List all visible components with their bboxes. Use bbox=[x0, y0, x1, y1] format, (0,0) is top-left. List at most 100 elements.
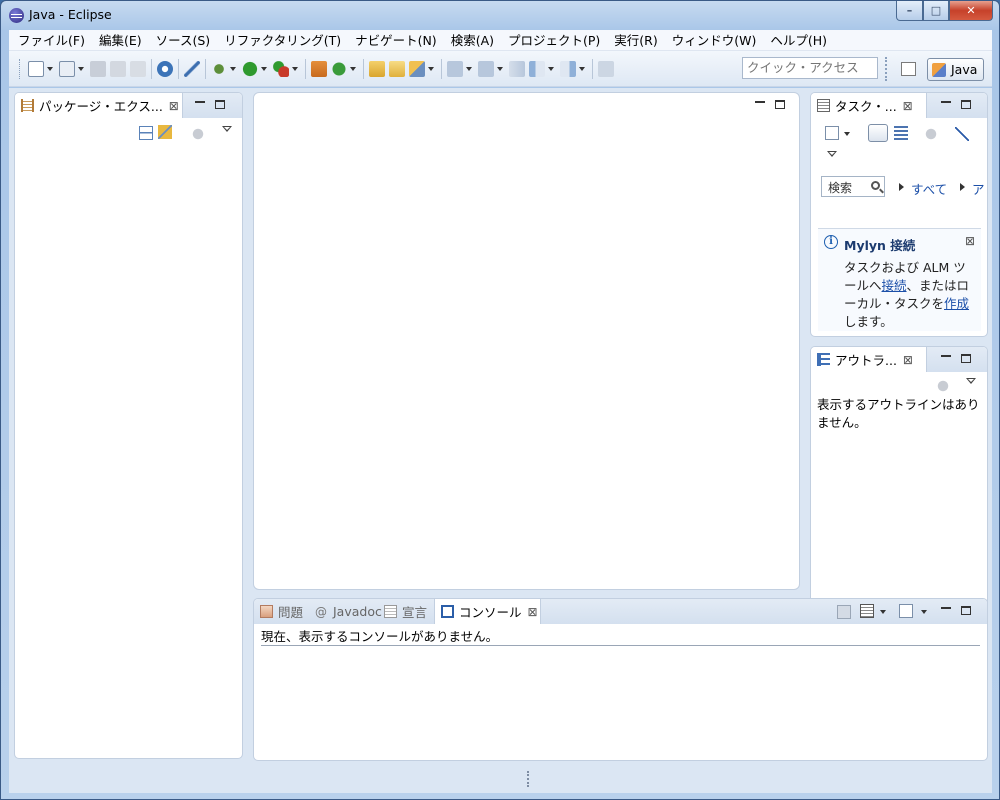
new-package-dropdown-icon[interactable] bbox=[78, 66, 84, 71]
run-dropdown-icon[interactable] bbox=[261, 66, 267, 71]
categorized-icon[interactable] bbox=[868, 124, 888, 142]
forward-icon[interactable] bbox=[560, 60, 576, 77]
new-java-project-icon[interactable] bbox=[311, 60, 327, 77]
toggle-mark-occurrences-icon[interactable] bbox=[184, 60, 200, 77]
tab-console[interactable]: コンソール ⊠ bbox=[434, 599, 541, 624]
print-icon[interactable] bbox=[130, 60, 146, 77]
tab-package-explorer[interactable]: パッケージ・エクス... ⊠ bbox=[15, 93, 183, 118]
next-annotation-dropdown-icon[interactable] bbox=[466, 66, 472, 71]
menu-edit[interactable]: 編集(E) bbox=[92, 30, 149, 51]
focus-task-icon[interactable] bbox=[924, 127, 938, 141]
task-search-input[interactable]: 検索 bbox=[821, 176, 885, 197]
save-icon[interactable] bbox=[90, 60, 106, 77]
close-tab-icon[interactable]: ⊠ bbox=[169, 99, 179, 113]
filter-active-link[interactable]: ア bbox=[972, 179, 985, 198]
maximize-view-icon[interactable] bbox=[961, 100, 971, 109]
minimize-view-icon[interactable] bbox=[195, 101, 205, 110]
close-notice-icon[interactable]: ⊠ bbox=[965, 234, 975, 248]
toolbar-grip[interactable] bbox=[19, 58, 22, 79]
minimize-editor-icon[interactable] bbox=[755, 101, 765, 110]
menu-bar: ファイル(F) 編集(E) ソース(S) リファクタリング(T) ナビゲート(N… bbox=[9, 30, 992, 51]
view-menu-icon[interactable] bbox=[966, 378, 976, 384]
new-icon[interactable] bbox=[28, 60, 44, 77]
menu-refactor[interactable]: リファクタリング(T) bbox=[217, 30, 348, 51]
debug-dropdown-icon[interactable] bbox=[230, 66, 236, 71]
menu-navigate[interactable]: ナビゲート(N) bbox=[348, 30, 444, 51]
pin-editor-icon[interactable] bbox=[598, 60, 614, 77]
menu-window[interactable]: ウィンドウ(W) bbox=[665, 30, 764, 51]
close-tab-icon[interactable]: ⊠ bbox=[903, 353, 913, 367]
connect-link[interactable]: 接続 bbox=[882, 278, 907, 293]
search-dropdown-icon[interactable] bbox=[428, 66, 434, 71]
menu-search[interactable]: 検索(A) bbox=[444, 30, 501, 51]
java-perspective-button[interactable]: Java bbox=[927, 58, 984, 81]
display-console-dropdown-icon[interactable] bbox=[880, 610, 886, 614]
last-edit-location-icon[interactable] bbox=[509, 60, 525, 77]
debug-icon[interactable] bbox=[211, 60, 227, 77]
pin-console-icon[interactable] bbox=[837, 605, 851, 619]
maximize-editor-icon[interactable] bbox=[775, 100, 785, 109]
focus-on-active-task-icon[interactable] bbox=[191, 127, 205, 141]
minimize-view-icon[interactable] bbox=[941, 355, 951, 364]
previous-annotation-icon[interactable] bbox=[478, 60, 494, 77]
title-bar[interactable]: Java - Eclipse – □ ✕ bbox=[1, 1, 999, 30]
new-dropdown-icon[interactable] bbox=[47, 66, 53, 71]
previous-annotation-dropdown-icon[interactable] bbox=[497, 66, 503, 71]
menu-source[interactable]: ソース(S) bbox=[149, 30, 218, 51]
back-icon[interactable] bbox=[529, 60, 545, 77]
new-task-icon[interactable] bbox=[825, 126, 839, 140]
next-annotation-icon[interactable] bbox=[447, 60, 463, 77]
collapse-all-icon[interactable] bbox=[139, 126, 153, 140]
tab-javadoc[interactable]: @ Javadoc bbox=[309, 599, 382, 624]
run-icon[interactable] bbox=[242, 60, 258, 77]
display-console-icon[interactable] bbox=[860, 604, 874, 618]
external-tools-dropdown-icon[interactable] bbox=[292, 66, 298, 71]
view-menu-icon[interactable] bbox=[222, 126, 232, 132]
create-link[interactable]: 作成 bbox=[944, 296, 969, 311]
filter-all-link[interactable]: すべて bbox=[911, 179, 947, 198]
tab-outline[interactable]: アウトラ... ⊠ bbox=[811, 347, 927, 372]
new-task-dropdown-icon[interactable] bbox=[844, 132, 850, 136]
status-bar bbox=[9, 763, 992, 793]
open-perspective-icon[interactable] bbox=[901, 62, 916, 76]
new-class-dropdown-icon[interactable] bbox=[350, 66, 356, 71]
build-icon[interactable] bbox=[157, 60, 173, 77]
save-all-icon[interactable] bbox=[110, 60, 126, 77]
menu-project[interactable]: プロジェクト(P) bbox=[501, 30, 607, 51]
menu-run[interactable]: 実行(R) bbox=[607, 30, 664, 51]
maximize-view-icon[interactable] bbox=[961, 354, 971, 363]
perspective-grip[interactable] bbox=[885, 57, 888, 81]
menu-file[interactable]: ファイル(F) bbox=[11, 30, 92, 51]
scheduled-icon[interactable] bbox=[894, 126, 908, 140]
back-dropdown-icon[interactable] bbox=[548, 66, 554, 71]
new-class-icon[interactable] bbox=[331, 60, 347, 77]
focus-outline-icon[interactable] bbox=[936, 379, 950, 393]
hide-completed-icon[interactable] bbox=[955, 127, 969, 141]
minimize-view-icon[interactable] bbox=[941, 101, 951, 110]
search-toolbar-icon[interactable] bbox=[409, 60, 425, 77]
minimize-button[interactable]: – bbox=[896, 1, 923, 21]
close-tab-icon[interactable]: ⊠ bbox=[903, 99, 913, 113]
quick-access-input[interactable] bbox=[742, 57, 878, 79]
open-console-dropdown-icon[interactable] bbox=[921, 610, 927, 614]
tab-problems[interactable]: 問題 bbox=[254, 599, 309, 624]
status-grip[interactable] bbox=[527, 771, 529, 787]
maximize-view-icon[interactable] bbox=[961, 606, 971, 615]
maximize-button[interactable]: □ bbox=[923, 1, 949, 21]
close-tab-icon[interactable]: ⊠ bbox=[528, 605, 538, 619]
external-tools-icon[interactable] bbox=[273, 60, 289, 77]
open-console-icon[interactable] bbox=[899, 604, 913, 618]
tab-task-list[interactable]: タスク・... ⊠ bbox=[811, 93, 927, 118]
open-task-icon[interactable] bbox=[389, 60, 405, 77]
menu-help[interactable]: ヘルプ(H) bbox=[763, 30, 834, 51]
maximize-view-icon[interactable] bbox=[215, 100, 225, 109]
link-with-editor-icon[interactable] bbox=[158, 125, 172, 139]
editor-area[interactable] bbox=[253, 92, 800, 590]
view-menu-icon[interactable] bbox=[827, 151, 837, 157]
forward-dropdown-icon[interactable] bbox=[579, 66, 585, 71]
open-type-icon[interactable] bbox=[369, 60, 385, 77]
tab-declaration[interactable]: 宣言 bbox=[378, 599, 432, 624]
minimize-view-icon[interactable] bbox=[941, 607, 951, 616]
close-button[interactable]: ✕ bbox=[949, 1, 993, 21]
new-package-icon[interactable] bbox=[59, 60, 75, 77]
